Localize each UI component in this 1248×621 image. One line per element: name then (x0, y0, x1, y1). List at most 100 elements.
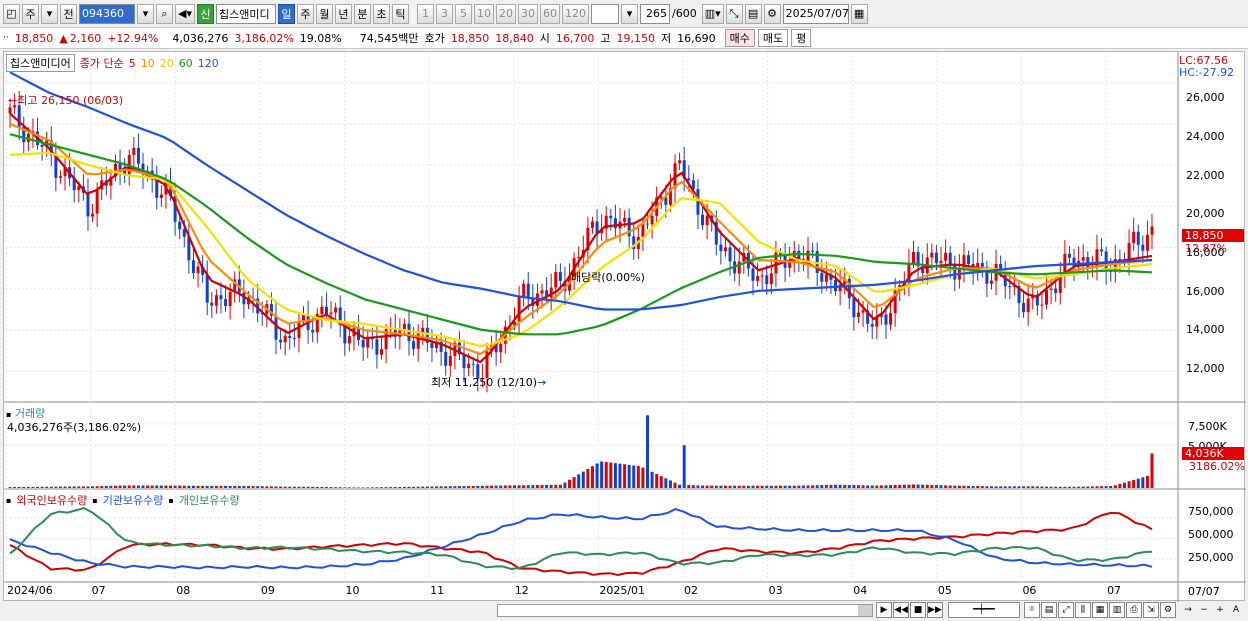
count-input[interactable]: 265 (639, 3, 670, 24)
candle-body (838, 284, 842, 292)
split-icon[interactable]: ⫼ (1075, 602, 1091, 618)
chart-type-icon[interactable]: ▥▾ (701, 3, 724, 24)
scroll-right-icon[interactable]: ▶ (876, 602, 892, 618)
save-icon[interactable]: ▤ (744, 3, 762, 24)
calendar-icon[interactable]: ▦ (850, 3, 868, 24)
market-dropdown-icon[interactable]: ▾ (41, 3, 58, 24)
draw-tool-icon[interactable]: ⤡ (725, 3, 743, 24)
period-minute-button[interactable]: 분 (353, 3, 371, 24)
candle-body (1067, 253, 1071, 258)
volume-bar (40, 486, 44, 488)
buy-button[interactable]: 매수 (724, 29, 755, 47)
code-dropdown-icon[interactable]: ▾ (137, 3, 154, 24)
interval-60-button[interactable]: 60 (539, 3, 560, 24)
volume-bar (366, 487, 370, 488)
interval-5-button[interactable]: 5 (454, 3, 472, 24)
grid-icon[interactable]: ▦ (1092, 602, 1108, 618)
layout-icon[interactable]: ▤ (1041, 602, 1057, 618)
volume-bar (31, 486, 35, 488)
volume-bar (632, 465, 636, 488)
period-month-button[interactable]: 월 (315, 3, 333, 24)
zoom-out-icon[interactable]: − (1196, 602, 1212, 618)
volume-bar (72, 486, 76, 488)
holdings-legend: ▪ 외국인보유수량 ▪ 기관보유수량 ▪ 개인보유수량 (6, 494, 240, 507)
stock-name-label[interactable]: 칩스앤미디어 (6, 54, 75, 72)
candle-body (701, 214, 705, 226)
sell-button[interactable]: 매도 (757, 29, 789, 47)
capture-icon[interactable]: ⌾ (1024, 602, 1040, 618)
candle-body (1081, 257, 1085, 261)
speaker-icon[interactable]: ◀▾ (175, 3, 195, 24)
zoom-plus-icon[interactable]: + (1212, 602, 1228, 618)
stop-icon[interactable]: ■ (910, 602, 926, 618)
volume-bar (246, 485, 250, 488)
volume-bar (980, 486, 984, 488)
candle-body (1008, 286, 1012, 288)
volume-bar (1045, 486, 1049, 488)
scroll-thumb[interactable] (858, 605, 872, 616)
stock-code-input[interactable]: 094360 (79, 3, 135, 24)
volume-bar (783, 485, 787, 488)
candle-body (462, 354, 466, 369)
candle-body (889, 313, 893, 325)
volume-bar (104, 485, 108, 488)
print-icon[interactable]: ⎙ (1126, 602, 1142, 618)
candle-body (448, 355, 452, 366)
zoom-slider[interactable]: ━┿━━ (948, 602, 1020, 618)
interval-3-button[interactable]: 3 (435, 3, 453, 24)
window-menu-icon[interactable]: ◰ (3, 3, 20, 24)
chart-canvas[interactable] (4, 52, 1246, 602)
price-legend: 칩스앤미디어 종가 단순 5 10 20 60 120 (6, 54, 219, 72)
interval-10-button[interactable]: 10 (473, 3, 494, 24)
interval-1-button[interactable]: 1 (416, 3, 434, 24)
volume-bar (664, 478, 668, 488)
volume-bar (45, 486, 49, 488)
volume-bar (63, 486, 67, 488)
interval-120-button[interactable]: 120 (561, 3, 589, 24)
balance-button[interactable]: 평 (791, 29, 812, 47)
export-icon[interactable]: ⇲ (1143, 602, 1159, 618)
volume-bar (540, 484, 544, 488)
period-tick-button[interactable]: 틱 (391, 3, 409, 24)
candle-body (834, 279, 838, 292)
gear-icon[interactable]: ⚙ (763, 3, 781, 24)
chart-area[interactable]: 칩스앤미디어 종가 단순 5 10 20 60 120 LC:67.56 HC:… (3, 51, 1246, 602)
expand-icon[interactable]: ⤢ (1058, 602, 1074, 618)
interval-30-button[interactable]: 30 (517, 3, 538, 24)
interval-20-button[interactable]: 20 (495, 3, 516, 24)
rewind-icon[interactable]: ◀◀ (893, 602, 909, 618)
period-year-button[interactable]: 년 (334, 3, 352, 24)
candle-body (884, 314, 888, 325)
fast-forward-icon[interactable]: ▶▶ (927, 602, 943, 618)
volume-bar (646, 415, 650, 488)
volume-bar (912, 484, 916, 488)
y-tick: 26,000 (1186, 91, 1225, 104)
candle-body (540, 290, 544, 294)
zoom-in-icon[interactable]: → (1180, 602, 1196, 618)
bars-icon[interactable]: ▥ (1109, 602, 1125, 618)
date-input[interactable]: 2025/07/07 (782, 3, 849, 24)
period-day-button[interactable]: 일 (277, 3, 295, 24)
period-week-button[interactable]: 주 (296, 3, 314, 24)
candle-body (499, 343, 503, 353)
volume-bar (407, 486, 411, 488)
interval-dropdown-icon[interactable]: ▾ (620, 3, 638, 24)
volume-bar (824, 484, 828, 488)
volume-bar (457, 486, 461, 488)
settings-icon[interactable]: ⚙ (1160, 602, 1176, 618)
candle-body (999, 263, 1003, 270)
volume-pct-tag: 3186.02% (1189, 460, 1245, 473)
market-select[interactable]: 주 (22, 3, 39, 24)
x-tick-label: 11 (430, 584, 445, 597)
interval-custom-input[interactable] (590, 3, 619, 24)
volume-bar (338, 487, 342, 488)
low-label: 저 (660, 32, 672, 45)
search-icon[interactable]: ⌕ (156, 3, 173, 24)
market-type-select[interactable]: 전 (60, 3, 77, 24)
volume-bar (347, 487, 351, 488)
volume-bar (49, 486, 53, 488)
period-second-button[interactable]: 초 (372, 3, 390, 24)
chart-scrollbar[interactable] (497, 604, 873, 617)
volume-bar (1122, 482, 1126, 488)
font-icon[interactable]: A (1228, 602, 1244, 618)
